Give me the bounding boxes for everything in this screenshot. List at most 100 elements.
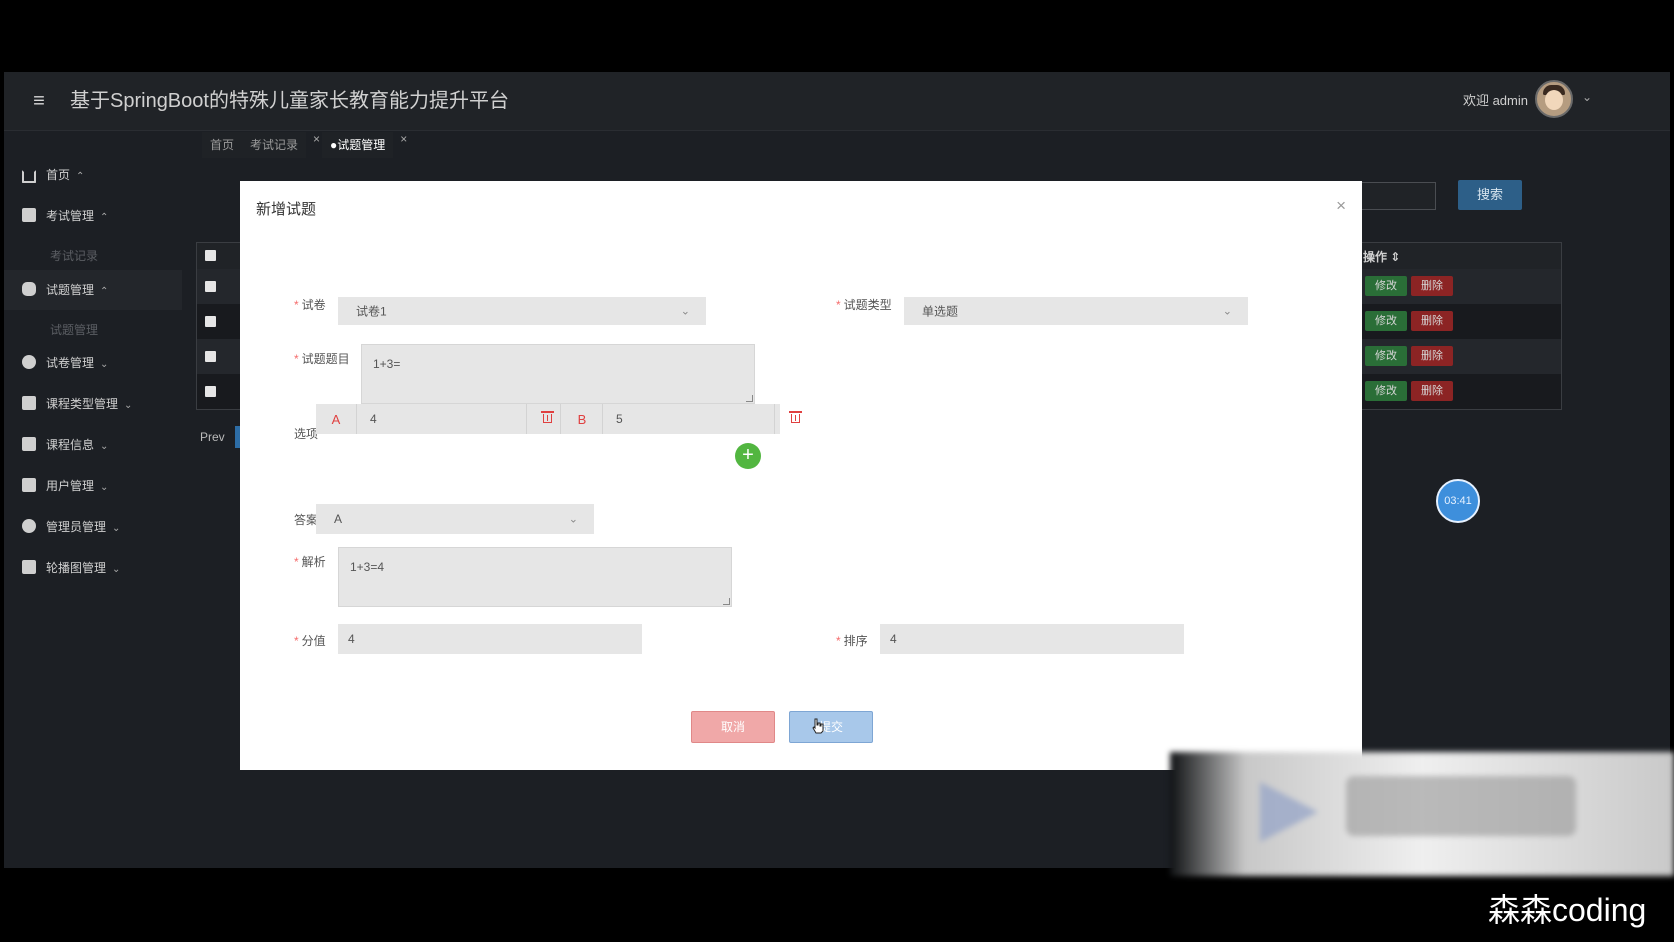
avatar[interactable]	[1535, 80, 1573, 118]
chevron-down-icon: ⌄	[112, 523, 121, 534]
chevron-down-icon: ⌄	[100, 359, 109, 370]
sidebar-item-question[interactable]: 试题管理 ⌃	[4, 270, 182, 310]
sidebar-item-course-info[interactable]: 课程信息 ⌄	[4, 425, 182, 465]
option-b-input[interactable]: 5	[616, 412, 623, 426]
chevron-down-icon: ⌄	[124, 400, 133, 411]
tab-question-management[interactable]: ●试题管理 ×	[322, 132, 407, 158]
add-option-button[interactable]: +	[735, 443, 761, 469]
textarea-value: 1+3=	[373, 357, 401, 371]
edit-button[interactable]: 修改	[1365, 311, 1407, 331]
divider	[526, 404, 527, 434]
score-label: * 分值	[294, 634, 326, 648]
user-icon	[22, 478, 36, 492]
label-text: 试题类型	[843, 298, 892, 312]
question-title-label: * 试题题目	[294, 352, 350, 366]
question-icon	[22, 282, 36, 296]
edit-button[interactable]: 修改	[1365, 276, 1407, 296]
close-icon[interactable]: ×	[1336, 196, 1346, 216]
carousel-icon	[22, 560, 36, 574]
tab-label: 考试记录	[250, 138, 299, 152]
chevron-down-icon[interactable]: ⌄	[1582, 90, 1592, 104]
tab-home[interactable]: 首页	[202, 132, 243, 158]
label-text: 试卷	[301, 298, 326, 312]
paper-label: * 试卷	[294, 298, 326, 312]
input-value: 4	[348, 632, 355, 646]
question-type-label: * 试题类型	[836, 298, 892, 312]
search-button[interactable]: 搜索	[1458, 180, 1522, 210]
sidebar-subitem-questions[interactable]: 试题管理	[4, 311, 182, 345]
chevron-down-icon: ⌄	[100, 482, 109, 493]
edit-button[interactable]: 修改	[1365, 346, 1407, 366]
label-text: 排序	[843, 634, 868, 648]
delete-button[interactable]: 删除	[1411, 276, 1453, 296]
trash-icon[interactable]	[789, 411, 802, 424]
score-input[interactable]: 4	[338, 624, 642, 654]
question-title-textarea[interactable]: 1+3=	[361, 344, 755, 404]
question-type-select[interactable]: 单选题 ⌄	[904, 297, 1248, 325]
sidebar-item-paper[interactable]: 试卷管理 ⌄	[4, 343, 182, 383]
row-checkbox[interactable]	[205, 386, 216, 397]
sidebar-item-label: 考试记录	[50, 249, 99, 263]
order-input[interactable]: 4	[880, 624, 1184, 654]
cancel-button[interactable]: 取消	[691, 711, 775, 743]
tab-exam-records[interactable]: 考试记录 ×	[242, 132, 320, 158]
chevron-down-icon: ⌄	[100, 441, 109, 452]
row-checkbox[interactable]	[205, 281, 216, 292]
resize-handle-icon[interactable]	[723, 598, 730, 605]
paper-icon	[22, 355, 36, 369]
row-checkbox[interactable]	[205, 351, 216, 362]
chevron-up-icon: ⌃	[100, 286, 109, 297]
option-letter: A	[331, 412, 341, 427]
label-text: 解析	[301, 555, 326, 569]
sidebar-item-label: 课程信息	[46, 438, 95, 452]
row-checkbox[interactable]	[205, 316, 216, 327]
avatar-face	[1545, 90, 1563, 110]
resize-handle-icon[interactable]	[746, 395, 753, 402]
sidebar-subitem-exam-records[interactable]: 考试记录	[4, 237, 182, 271]
sidebar-item-carousel[interactable]: 轮播图管理 ⌄	[4, 548, 182, 588]
sidebar-item-label: 考试管理	[46, 209, 95, 223]
trash-icon[interactable]	[541, 411, 554, 424]
submit-button[interactable]: 提交	[789, 711, 873, 743]
app-title: 基于SpringBoot的特殊儿童家长教育能力提升平台	[70, 90, 509, 112]
add-question-modal: 新增试题 × * 试卷 试卷1 ⌄ * 试题类型 单选题 ⌄ * 试题题目 1+3= …	[240, 181, 1362, 770]
sidebar-item-users[interactable]: 用户管理 ⌄	[4, 466, 182, 506]
sidebar-item-label: 试题管理	[46, 283, 95, 297]
sidebar-item-course-type[interactable]: 课程类型管理 ⌄	[4, 384, 182, 424]
sidebar-item-exam[interactable]: 考试管理 ⌃	[4, 196, 182, 236]
answer-select[interactable]: A ⌄	[316, 504, 594, 534]
analysis-textarea[interactable]: 1+3=4	[338, 547, 732, 607]
chevron-up-icon: ⌃	[76, 171, 85, 182]
close-icon[interactable]: ×	[400, 126, 407, 152]
chevron-up-icon: ⌃	[100, 212, 109, 223]
tab-label: ●试题管理	[330, 138, 386, 152]
delete-button[interactable]: 删除	[1411, 311, 1453, 331]
play-icon	[1260, 782, 1318, 842]
order-label: * 排序	[836, 634, 868, 648]
answer-label: 答案	[294, 513, 319, 527]
paper-select[interactable]: 试卷1 ⌄	[338, 297, 706, 325]
select-value: 试卷1	[356, 304, 387, 319]
option-a-input[interactable]: 4	[370, 412, 377, 426]
close-icon[interactable]: ×	[313, 126, 320, 152]
pager-prev[interactable]: Prev	[200, 430, 225, 444]
sidebar-item-admins[interactable]: 管理员管理 ⌄	[4, 507, 182, 547]
exam-icon	[22, 208, 36, 222]
select-all-checkbox[interactable]	[205, 250, 216, 261]
input-value: 4	[890, 632, 897, 646]
divider	[774, 404, 775, 434]
watermark-logo	[1170, 752, 1674, 876]
column-header-actions[interactable]: 操作 ⇕	[1363, 248, 1400, 265]
options-row: A 4 B 5	[316, 404, 802, 434]
watermark-text-block	[1346, 776, 1576, 836]
delete-button[interactable]: 删除	[1411, 381, 1453, 401]
edit-button[interactable]: 修改	[1365, 381, 1407, 401]
sidebar-item-label: 管理员管理	[46, 520, 107, 534]
delete-button[interactable]: 删除	[1411, 346, 1453, 366]
sidebar-item-home[interactable]: 首页 ⌃	[4, 155, 182, 195]
textarea-value: 1+3=4	[350, 560, 385, 574]
menu-icon[interactable]: ≡	[28, 90, 50, 112]
chevron-down-icon: ⌄	[1222, 305, 1232, 318]
sidebar-item-label: 试卷管理	[46, 356, 95, 370]
sidebar: 首页 ⌃ 考试管理 ⌃ 考试记录 试题管理 ⌃ 试题管理 试卷管理 ⌄ 课程类型管理 ⌄ …	[4, 131, 182, 868]
